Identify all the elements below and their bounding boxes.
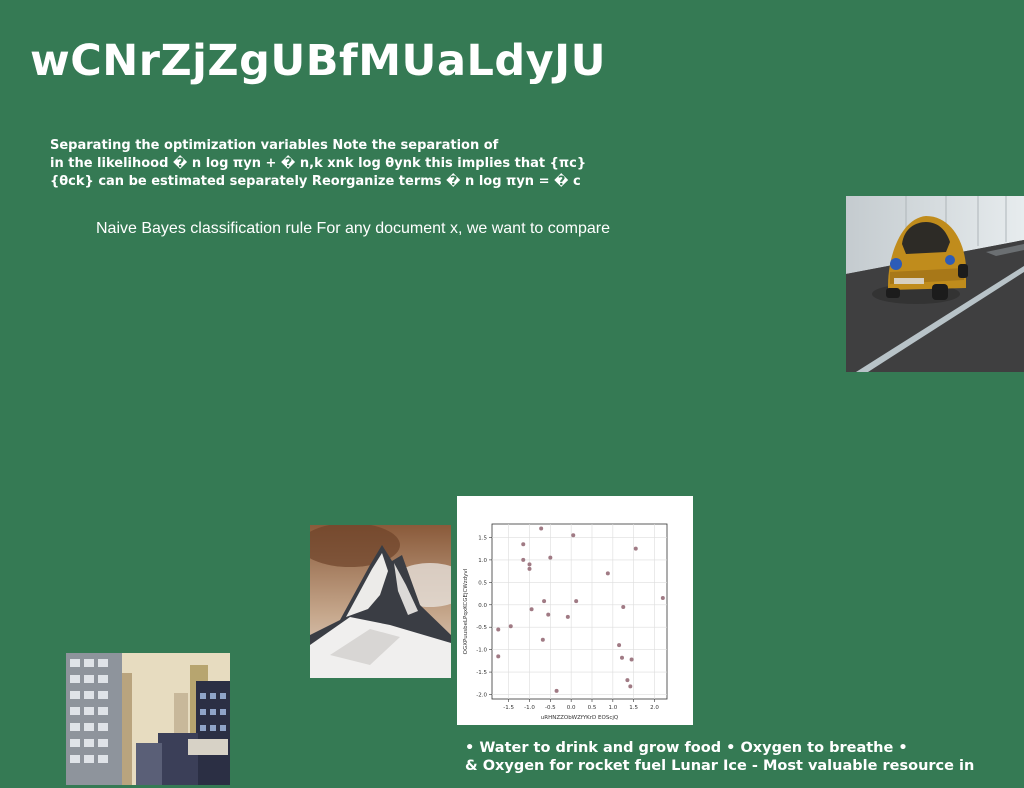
scatter-point — [660, 596, 665, 601]
scatter-point — [617, 643, 622, 648]
scatter-point — [542, 599, 547, 604]
y-tick-label: 0.5 — [478, 580, 487, 586]
scatter-point — [527, 562, 532, 567]
x-tick-label: 0.5 — [588, 705, 597, 711]
y-tick-label: -2.0 — [476, 693, 487, 699]
scatter-point — [546, 612, 551, 617]
bullet-text: • Water to drink and grow food • Oxygen … — [465, 739, 974, 775]
body-paragraph: Separating the optimization variables No… — [50, 137, 650, 191]
scatter-point — [633, 546, 638, 551]
plot-area — [491, 523, 668, 700]
y-tick-label: -1.0 — [476, 648, 487, 654]
scatter-plot-svg: -1.5 -1.0 -0.5 0.0 0.5 1.0 1.5 2.0 1.5 1.0 0.5 0.0 -… — [463, 523, 668, 721]
scatter-point — [527, 566, 532, 571]
scatter-point — [548, 555, 553, 560]
scatter-point — [554, 688, 559, 693]
scatter-chart: -1.5 -1.0 -0.5 0.0 0.5 1.0 1.5 2.0 1.5 1.0 0.5 0.0 -… — [457, 496, 693, 725]
bullet-line: & Oxygen for rocket fuel Lunar Ice - Mos… — [465, 758, 975, 774]
city-photo — [66, 653, 230, 785]
x-tick-label: -1.5 — [503, 705, 514, 711]
subtitle-text: Naive Bayes classification rule For any … — [96, 220, 611, 237]
scatter-point — [529, 607, 534, 612]
scatter-point — [496, 627, 501, 632]
x-tick-label: 1.0 — [608, 705, 617, 711]
x-tick-label: 0.0 — [567, 705, 576, 711]
x-tick-label: 2.0 — [650, 705, 659, 711]
x-tick-label: -1.0 — [524, 705, 535, 711]
mountain-photo — [310, 525, 451, 678]
bullet-line: • Water to drink and grow food • Oxygen … — [465, 740, 908, 756]
y-tick-label: 1.0 — [478, 558, 487, 564]
scatter-point — [539, 526, 544, 531]
scatter-point — [496, 654, 501, 659]
slide-title: wCNrZjZgUBfMUaLdyJU — [30, 36, 607, 86]
scatter-point — [565, 614, 570, 619]
scatter-point — [521, 557, 526, 562]
scatter-point — [620, 655, 624, 660]
y-axis-label: OGXPuusbeLPqxKCGEjCWzdyvI — [463, 568, 469, 654]
scatter-point — [625, 678, 630, 683]
y-tick-label: -1.5 — [476, 670, 487, 676]
paragraph-line: in the likelihood � n log πyn + � n,k xn… — [50, 156, 587, 171]
scatter-point — [540, 637, 545, 642]
scatter-point — [571, 533, 576, 538]
paragraph-line: {θck} can be estimated separately Reorga… — [50, 174, 581, 189]
scatter-point — [521, 542, 526, 547]
scatter-point — [621, 605, 626, 610]
car-photo — [846, 196, 1024, 372]
x-tick-label: 1.5 — [629, 705, 638, 711]
y-tick-label: -0.5 — [476, 625, 487, 631]
scatter-point — [605, 571, 610, 576]
paragraph-line: Separating the optimization variables No… — [50, 138, 499, 153]
scatter-point — [574, 599, 579, 604]
y-tick-label: 0.0 — [478, 603, 487, 609]
x-axis-label: uRHNZZObWZfYKrD EOScjQ — [541, 715, 619, 721]
scatter-point — [628, 684, 633, 689]
x-tick-label: -0.5 — [545, 705, 556, 711]
y-tick-label: 1.5 — [478, 535, 487, 541]
scatter-point — [508, 624, 513, 629]
scatter-point — [629, 657, 634, 662]
